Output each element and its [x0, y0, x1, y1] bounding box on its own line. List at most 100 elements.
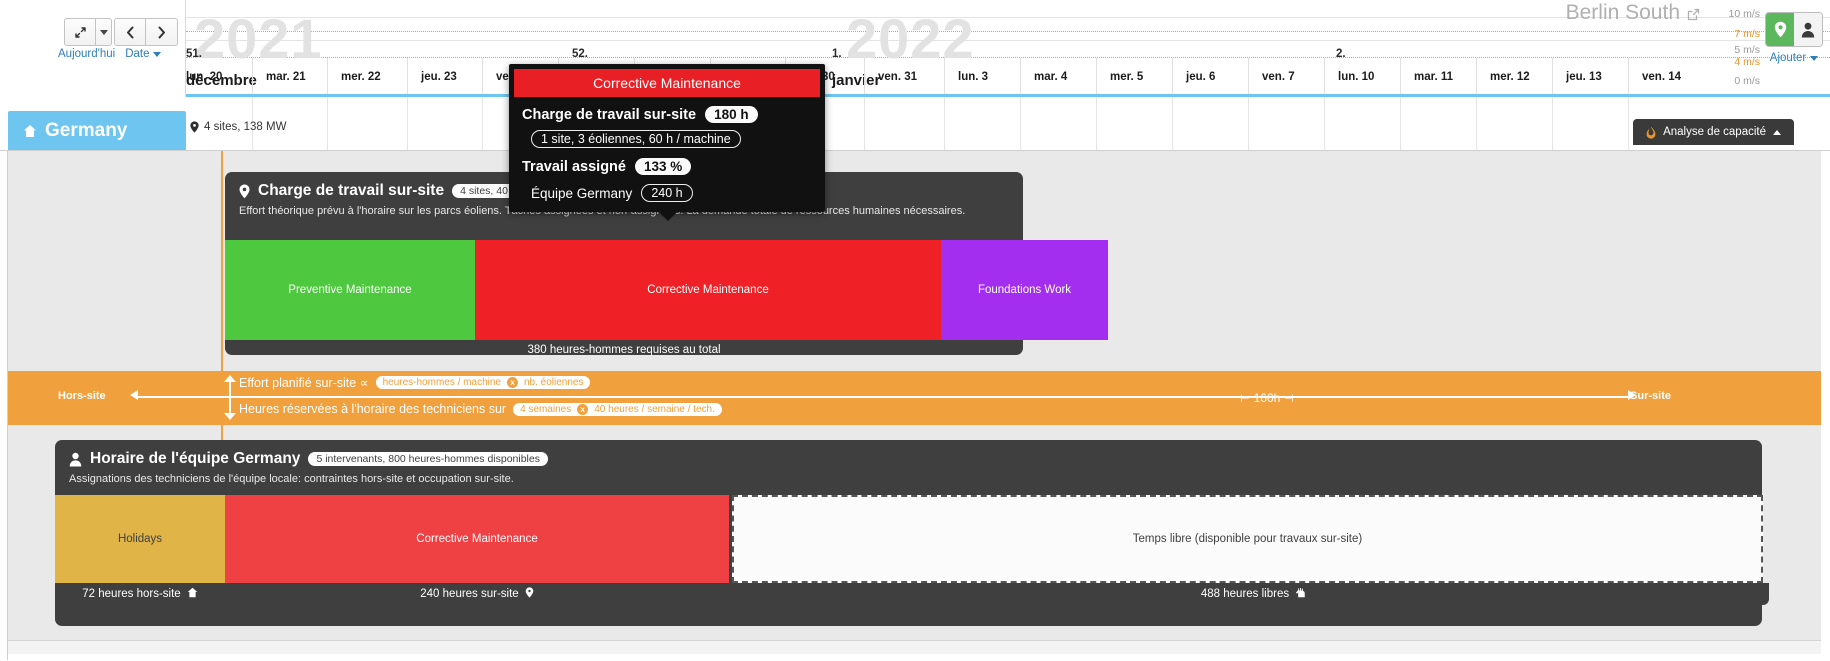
workload-title-text: Charge de travail sur-site — [258, 182, 444, 200]
timeline-gridline — [482, 58, 483, 97]
tooltip-pointer-arrow — [659, 212, 677, 221]
expand-arrows-icon[interactable] — [64, 18, 96, 46]
toolbar-links: Aujourd'hui Date — [58, 48, 161, 60]
tooltip-detail-row: 1 site, 3 éoliennes, 60 h / machine — [509, 123, 825, 148]
map-view-toggle[interactable] — [1766, 13, 1794, 46]
date-link-label[interactable]: Date — [125, 48, 149, 60]
measure-tick-right: ⊣ — [1284, 392, 1294, 405]
timeline-gridline — [1552, 58, 1553, 97]
timeline-day-label[interactable]: lun. 10 — [1338, 71, 1374, 83]
next-button[interactable] — [146, 18, 178, 46]
site-name-text: Berlin South — [1566, 1, 1680, 25]
schedule-bar-group: HolidaysCorrective MaintenanceTemps libr… — [55, 495, 1766, 583]
site-name-label: Berlin South — [1566, 1, 1700, 25]
timeline-day-label[interactable]: mer. 5 — [1110, 71, 1143, 83]
timeline-gridline — [1400, 58, 1401, 97]
reserved-hours-row: Heures réservées à l'horaire des technic… — [239, 402, 722, 416]
schedule-bar[interactable]: Corrective Maintenance — [225, 495, 729, 583]
wind-speed-tick: 4 m/s — [1734, 56, 1760, 68]
timeline-day-label[interactable]: mar. 21 — [266, 71, 306, 83]
date-dropdown[interactable]: Date — [125, 48, 161, 60]
timeline-day-label[interactable]: jeu. 23 — [421, 71, 457, 83]
person-view-toggle[interactable] — [1794, 13, 1822, 46]
schedule-footer: 488 heures libres — [738, 583, 1769, 605]
zoom-button-group — [64, 18, 112, 46]
timeline-year-watermark: 2021 — [194, 6, 323, 71]
timeline-month-label: janvier — [832, 72, 880, 89]
region-band-gridline — [1020, 97, 1021, 151]
region-band-gridline — [1096, 97, 1097, 151]
tooltip-body: Charge de travail sur-site 180 h 1 site,… — [509, 97, 825, 212]
wind-speed-tick: 0 m/s — [1734, 75, 1760, 87]
region-tag-germany[interactable]: Germany — [8, 111, 186, 151]
timeline-day-label[interactable]: mar. 4 — [1034, 71, 1067, 83]
timeline-day-label[interactable]: ven. 14 — [1642, 71, 1681, 83]
tooltip-workload-label: Charge de travail sur-site — [522, 107, 696, 123]
region-band-divider — [0, 150, 1830, 151]
schedule-footer: 240 heures sur-site — [225, 583, 729, 605]
tooltip-assigned-label: Travail assigné — [522, 159, 626, 175]
reserved-hours-text: Heures réservées à l'horaire des technic… — [239, 402, 506, 416]
region-band-gridline — [1172, 97, 1173, 151]
workload-bar-group: Preventive MaintenanceCorrective Mainten… — [225, 240, 1108, 340]
timeline-gridline — [864, 58, 865, 97]
region-meta-text: 4 sites, 138 MW — [204, 121, 286, 133]
timeline-blue-underline — [186, 94, 1830, 97]
region-band-gridline — [1248, 97, 1249, 151]
timeline-week-number: 2. — [1336, 48, 1346, 60]
prev-button[interactable] — [114, 18, 146, 46]
workload-bar[interactable]: Corrective Maintenance — [475, 240, 941, 340]
timeline-year-watermark: 2022 — [846, 6, 975, 71]
region-band-gridline — [482, 97, 483, 151]
onsite-label: Sur-site — [1630, 390, 1671, 402]
formula-term-a: heures-hommes / machine — [383, 377, 501, 388]
hand-icon — [1295, 587, 1306, 601]
external-link-icon[interactable] — [1687, 5, 1700, 20]
timeline-day-label[interactable]: mar. 11 — [1414, 71, 1453, 83]
wind-speed-tick: 5 m/s — [1734, 44, 1760, 56]
tooltip-team-value: 240 h — [641, 184, 692, 202]
timeline-gridline — [252, 58, 253, 97]
schedule-bar[interactable]: Holidays — [55, 495, 225, 583]
workload-bar[interactable]: Foundations Work — [941, 240, 1108, 340]
timeline-day-label[interactable]: mer. 12 — [1490, 71, 1530, 83]
timeline-day-label[interactable]: lun. 20 — [186, 71, 222, 83]
map-pin-icon — [1774, 21, 1787, 38]
schedule-bar[interactable]: Temps libre (disponible pour travaux sur… — [732, 495, 1763, 583]
region-header-band: Germany 4 sites, 138 MW — [0, 97, 1830, 151]
timeline-day-label[interactable]: jeu. 6 — [1186, 71, 1215, 83]
vertical-axis-bar — [229, 379, 231, 416]
region-meta: 4 sites, 138 MW — [190, 121, 286, 133]
region-band-gridline — [1628, 97, 1629, 151]
add-dropdown-button[interactable]: Ajouter — [1770, 52, 1818, 64]
capacity-analysis-button[interactable]: Analyse de capacité — [1633, 119, 1794, 145]
canvas-bottom-scroll-bar[interactable] — [8, 640, 1821, 654]
chevron-down-icon — [100, 30, 108, 35]
timeline-day-label[interactable]: jeu. 13 — [1566, 71, 1602, 83]
measure-tick-left: ⊢ — [1240, 392, 1250, 405]
tooltip-detail-text: 1 site, 3 éoliennes, 60 h / machine — [531, 130, 741, 148]
workload-tooltip: Corrective Maintenance Charge de travail… — [509, 64, 825, 212]
formula-term-b: 40 heures / semaine / tech. — [594, 404, 715, 415]
schedule-subtitle: Assignations des techniciens de l'équipe… — [69, 473, 1748, 485]
timeline-day-label[interactable]: ven. 31 — [878, 71, 917, 83]
zoom-dropdown-button[interactable] — [96, 18, 112, 46]
planned-effort-formula: heures-hommes / machine x nb. éoliennes — [376, 376, 591, 389]
workload-bar[interactable]: Preventive Maintenance — [225, 240, 475, 340]
today-link[interactable]: Aujourd'hui — [58, 48, 115, 60]
timeline-gridline — [1324, 58, 1325, 97]
region-band-gridline — [1324, 97, 1325, 151]
timeline-day-label[interactable]: lun. 3 — [958, 71, 988, 83]
tooltip-assigned-row: Travail assigné 133 % — [509, 148, 825, 175]
timeline-gridline — [327, 58, 328, 97]
schedule-footer-label: 488 heures libres — [1201, 588, 1289, 600]
map-pin-icon — [525, 587, 534, 601]
tooltip-team-label: Équipe Germany — [531, 186, 632, 201]
region-name: Germany — [45, 120, 127, 142]
reserved-hours-formula: 4 semaines x 40 heures / semaine / tech. — [513, 403, 722, 416]
nav-button-group — [114, 18, 178, 46]
onsite-offsite-strip: Hors-site Sur-site Effort planifié sur-s… — [8, 371, 1821, 425]
timeline-day-label[interactable]: mer. 22 — [341, 71, 381, 83]
timeline-day-label[interactable]: ven. 7 — [1262, 71, 1295, 83]
chevron-down-icon — [1810, 56, 1818, 61]
